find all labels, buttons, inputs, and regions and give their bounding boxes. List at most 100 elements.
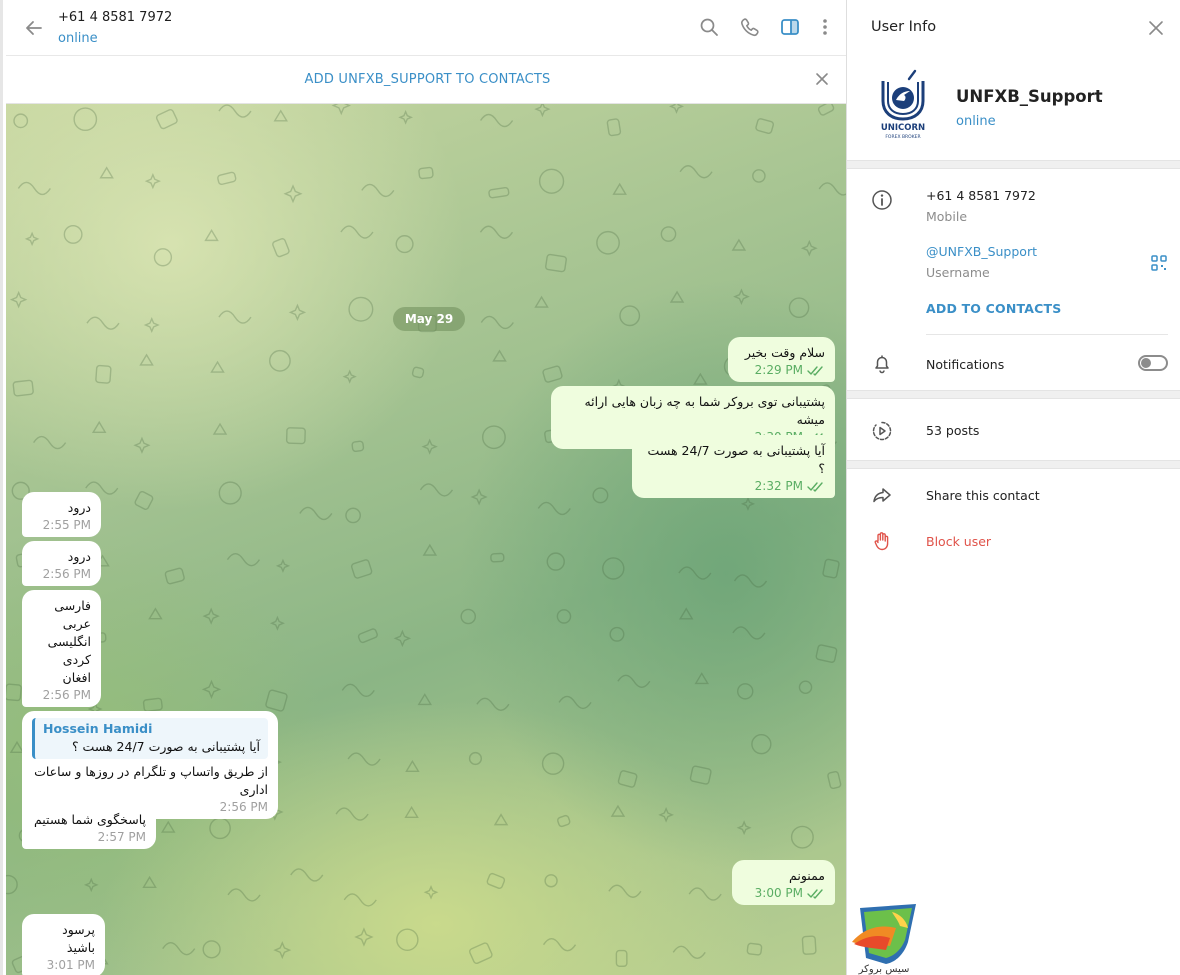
wallpaper-doodle <box>348 296 374 322</box>
message-bubble[interactable]: ممنونم 3:00 PM <box>732 860 835 905</box>
wallpaper-doodle <box>161 820 176 833</box>
block-hand-icon <box>871 530 893 552</box>
wallpaper-doodle <box>139 353 154 366</box>
wallpaper-doodle <box>602 557 625 580</box>
wallpaper-doodle <box>658 806 674 823</box>
message-bubble[interactable]: پرسود باشیذ 3:01 PM <box>22 914 105 975</box>
wallpaper-doodle <box>393 629 412 648</box>
more-vertical-icon[interactable] <box>814 16 836 38</box>
username-link[interactable]: @UNFXB_Support <box>926 244 1037 259</box>
wallpaper-doodle <box>142 875 157 888</box>
wallpaper-doodle <box>201 679 222 699</box>
wallpaper-doodle <box>534 295 549 308</box>
wallpaper-doodle <box>818 182 849 196</box>
wallpaper-doodle <box>788 297 810 318</box>
add-contact-link[interactable]: ADD UNFXB_SUPPORT TO CONTACTS <box>6 72 849 87</box>
wallpaper-doodle <box>815 644 838 663</box>
close-icon[interactable] <box>1148 20 1164 36</box>
wallpaper-doodle <box>469 942 493 965</box>
phone-icon[interactable] <box>739 16 761 38</box>
logo-subtext: FOREX BROKER <box>885 134 920 140</box>
contact-status: online <box>956 114 996 129</box>
reply-quote[interactable]: Hossein Hamidi آیا پشتیبانی به صورت 24/7… <box>32 718 268 759</box>
wallpaper-doodle <box>91 420 107 433</box>
message-text: پشتیبانی توی بروکر شما به چه زبان هایی ا… <box>584 394 825 427</box>
phone-number[interactable]: +61 4 8581 7972 <box>926 188 1036 203</box>
wallpaper-doodle <box>148 607 163 620</box>
phone-label: Mobile <box>926 209 968 224</box>
message-bubble[interactable]: سلام وقت بخیر 2:29 PM <box>728 337 835 382</box>
wallpaper-doodle <box>133 436 151 454</box>
message-meta: 2:29 PM <box>738 362 825 378</box>
wallpaper-doodle <box>740 496 756 511</box>
message-time: 2:32 PM <box>754 479 803 493</box>
wallpaper-doodle <box>476 697 510 711</box>
message-text: ممنونم <box>789 868 825 883</box>
wallpaper-doodle <box>218 481 242 505</box>
wallpaper-doodle <box>544 874 558 888</box>
wallpaper-doodle <box>419 483 454 497</box>
wallpaper-doodle <box>144 173 162 190</box>
wallpaper-doodle <box>273 941 292 960</box>
message-list[interactable]: May 29 سلام وقت بخیر 2:29 PM پشتیبانی تو… <box>6 104 849 975</box>
wallpaper-doodle <box>545 253 567 273</box>
contact-name: UNFXB_Support <box>956 87 1103 106</box>
wallpaper-doodle <box>33 435 67 450</box>
avatar[interactable]: UNICORN FOREX BROKER <box>869 68 937 142</box>
message-bubble[interactable]: درود 2:56 PM <box>22 541 101 586</box>
double-check-icon <box>807 481 823 492</box>
wallpaper-doodle <box>335 807 369 821</box>
wallpaper-doodle <box>341 683 375 698</box>
wallpaper-doodle <box>592 487 609 504</box>
chat-title[interactable]: +61 4 8581 7972 <box>58 10 172 25</box>
add-contact-bar: ADD UNFXB_SUPPORT TO CONTACTS <box>6 56 849 104</box>
message-bubble[interactable]: پاسخگوی شما هستیم 2:57 PM <box>22 804 156 849</box>
share-contact-button[interactable]: Share this contact <box>926 488 1040 503</box>
wallpaper-doodle <box>694 672 709 685</box>
wallpaper-doodle <box>418 166 434 180</box>
wallpaper-doodle <box>817 104 835 116</box>
wallpaper-doodle <box>73 107 98 132</box>
wallpaper-doodle <box>612 182 627 195</box>
wallpaper-doodle <box>210 360 225 373</box>
divider <box>926 334 1168 335</box>
wallpaper-doodle <box>209 817 231 840</box>
wallpaper-doodle <box>272 238 290 258</box>
wallpaper-doodle <box>290 868 324 882</box>
sidebar-toggle-icon[interactable] <box>779 16 801 38</box>
wallpaper-doodle <box>217 171 237 186</box>
message-bubble[interactable]: آیا پشتیبانی به صورت 24/7 هست ؟ 2:32 PM <box>632 435 835 498</box>
wallpaper-doodle <box>351 440 365 452</box>
add-to-contacts-button[interactable]: ADD TO CONTACTS <box>926 301 1061 316</box>
wallpaper-doodle <box>468 751 483 766</box>
qr-code-icon[interactable] <box>1149 253 1169 273</box>
message-bubble[interactable]: درود 2:55 PM <box>22 492 101 537</box>
wallpaper-doodle <box>732 626 766 640</box>
wallpaper-doodle <box>340 225 374 239</box>
wallpaper-doodle <box>827 770 842 790</box>
wallpaper-doodle <box>218 310 252 324</box>
wallpaper-doodle <box>801 935 817 955</box>
wallpaper-doodle <box>411 366 425 379</box>
search-icon[interactable] <box>698 16 720 38</box>
message-meta: 3:00 PM <box>742 885 825 901</box>
notifications-toggle[interactable] <box>1138 355 1168 371</box>
message-bubble[interactable]: Hossein Hamidi آیا پشتیبانی به صورت 24/7… <box>22 711 278 819</box>
message-bubble[interactable]: فارسی عربی انگلیسی کردی افغان 2:56 PM <box>22 590 101 707</box>
posts-count[interactable]: 53 posts <box>926 423 979 438</box>
chat-header: +61 4 8581 7972 online <box>6 0 849 56</box>
wallpaper-doodle <box>480 315 514 330</box>
back-arrow-icon[interactable] <box>20 14 48 42</box>
wallpaper-doodle <box>86 316 120 330</box>
wallpaper-doodle <box>541 752 565 775</box>
block-user-button[interactable]: Block user <box>926 534 991 549</box>
close-icon[interactable] <box>813 70 831 88</box>
notifications-label: Notifications <box>926 357 1005 372</box>
section-divider <box>847 460 1180 469</box>
wallpaper-doodle <box>538 168 565 194</box>
wallpaper-doodle <box>737 683 754 700</box>
message-time: 3:01 PM <box>46 958 95 972</box>
wallpaper-doodle <box>155 108 178 130</box>
wallpaper-doodle <box>212 422 228 435</box>
message-time: 2:29 PM <box>754 363 803 377</box>
